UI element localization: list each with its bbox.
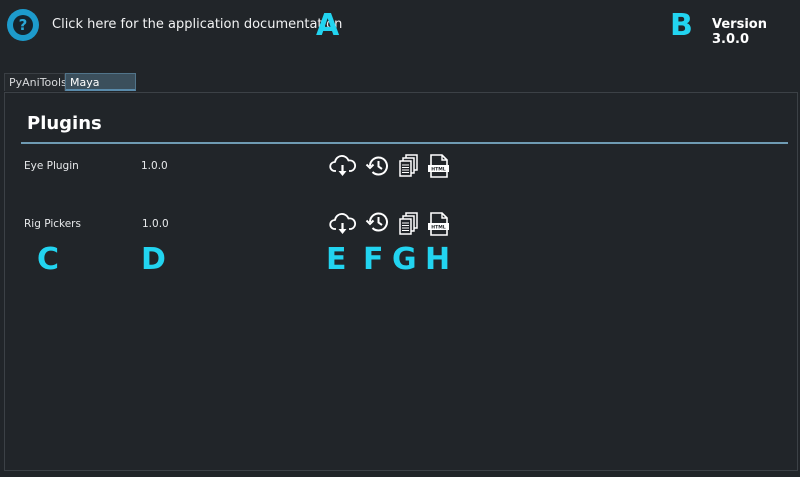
plugin-name: Rig Pickers <box>24 218 81 230</box>
html-docs-button[interactable]: HTML <box>425 211 453 237</box>
history-icon <box>365 156 388 176</box>
svg-text:HTML: HTML <box>431 167 446 173</box>
annotation-marker-e: E <box>326 242 347 277</box>
html-docs-button[interactable]: HTML <box>425 153 453 179</box>
plugin-version: 1.0.0 <box>141 160 168 172</box>
download-button[interactable] <box>329 153 357 179</box>
help-button[interactable]: ? <box>7 9 39 41</box>
annotation-marker-h: H <box>425 242 451 277</box>
download-button[interactable] <box>329 211 357 237</box>
plugins-panel <box>4 92 798 471</box>
html-file-icon: HTML <box>428 212 449 236</box>
version-history-button[interactable] <box>364 153 392 179</box>
annotation-marker-g: G <box>392 242 417 277</box>
cloud-download-icon <box>329 213 357 234</box>
release-notes-button[interactable] <box>396 153 424 179</box>
html-file-icon: HTML <box>428 154 449 178</box>
documents-icon <box>399 154 418 177</box>
question-circle-icon: ? <box>13 15 33 35</box>
tab-pyanitools[interactable]: PyAniTools <box>4 73 67 91</box>
documentation-link[interactable]: Click here for the application documenta… <box>52 17 342 32</box>
version-label: Version 3.0.0 <box>712 17 767 47</box>
tab-maya-plugins[interactable]: Maya Plugins <box>65 73 136 107</box>
plugin-name: Eye Plugin <box>24 160 79 172</box>
annotation-marker-c: C <box>37 242 60 277</box>
release-notes-button[interactable] <box>396 211 424 237</box>
section-divider <box>21 142 788 144</box>
history-icon <box>365 212 388 232</box>
annotation-marker-b: B <box>670 8 693 43</box>
annotation-marker-d: D <box>141 242 166 277</box>
section-title: Plugins <box>27 113 102 134</box>
cloud-download-icon <box>329 155 357 176</box>
svg-text:HTML: HTML <box>431 225 446 231</box>
version-history-button[interactable] <box>364 209 392 235</box>
documents-icon <box>399 212 418 235</box>
annotation-marker-f: F <box>363 242 384 277</box>
annotation-marker-a: A <box>316 8 340 43</box>
plugin-version: 1.0.0 <box>142 218 169 230</box>
